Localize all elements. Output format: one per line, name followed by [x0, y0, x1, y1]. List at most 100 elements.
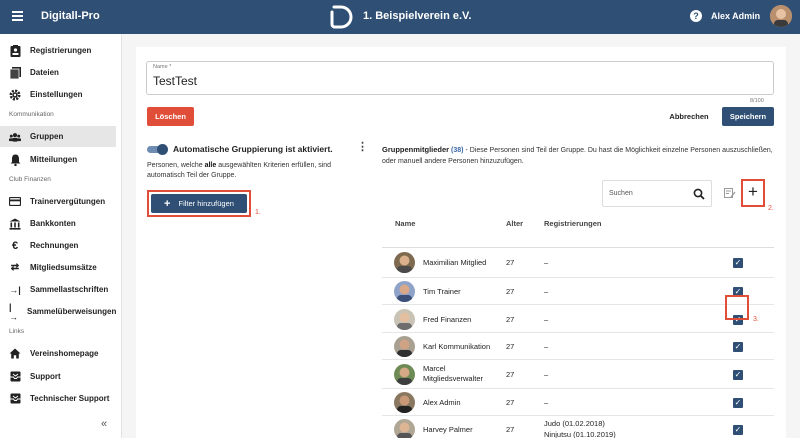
top-bar: Digitall-Pro 1. Beispielverein e.V. ? Al… — [0, 0, 800, 34]
sidebar-item-rechnungen[interactable]: € Rechnungen — [0, 235, 116, 256]
menu-icon[interactable] — [12, 11, 23, 21]
member-avatar — [394, 336, 415, 357]
bell-icon — [9, 154, 21, 166]
sidebar-item-label: Sammellastschriften — [30, 285, 109, 294]
member-name: Fred Finanzen — [423, 315, 472, 324]
group-name-field[interactable]: Name * TestTest — [146, 61, 774, 95]
sidebar-item-einstellungen[interactable]: Einstellungen — [0, 84, 116, 105]
add-member-button[interactable]: + — [744, 183, 762, 202]
group-name-value[interactable]: TestTest — [153, 74, 197, 88]
clipboard-icon — [9, 44, 21, 57]
sidebar-item-label: Registrierungen — [30, 46, 92, 55]
sidebar-item-label: Vereinshomepage — [30, 349, 99, 358]
member-checkbox[interactable]: ✓ — [733, 342, 743, 352]
members-header: Gruppenmitglieder (38) - Diese Personen … — [382, 145, 773, 165]
member-avatar — [394, 281, 415, 302]
member-age: 27 — [506, 315, 515, 324]
plus-icon: + — [164, 197, 171, 210]
sidebar-item-support[interactable]: Support — [0, 366, 116, 387]
character-counter: 8/100 — [750, 98, 764, 104]
bank-icon — [9, 218, 21, 230]
sidebar-item-label: Mitgliedsumsätze — [30, 263, 97, 272]
member-registrations: – — [544, 342, 549, 351]
files-icon — [9, 66, 21, 79]
sidebar-item-label: Bankkonten — [30, 219, 76, 228]
sidebar-item-label: Mitteilungen — [30, 155, 78, 164]
member-registrations: – — [544, 258, 549, 267]
column-header-name[interactable]: Name — [395, 219, 415, 228]
sidebar-section-club-finanzen: Club Finanzen — [9, 176, 51, 183]
member-name: Alex Admin — [423, 398, 461, 407]
group-name-label: Name * — [153, 64, 172, 70]
sidebar-item-dateien[interactable]: Dateien — [0, 62, 116, 83]
member-checkbox[interactable]: ✓ — [733, 425, 743, 435]
table-row[interactable]: Fred Finanzen 27 – ✓ — [382, 305, 774, 333]
user-avatar[interactable] — [770, 5, 792, 27]
club-logo — [330, 5, 353, 29]
member-age: 27 — [506, 342, 515, 351]
inbox-icon — [9, 393, 21, 405]
sidebar-item-label: Trainervergütungen — [30, 197, 106, 206]
add-filter-button[interactable]: + Filter hinzufügen — [151, 194, 247, 213]
member-age: 27 — [506, 398, 515, 407]
sidebar-item-mitteilungen[interactable]: Mitteilungen — [0, 149, 116, 170]
table-row[interactable]: Marcel Mitgliedsverwalter 27 – ✓ — [382, 360, 774, 389]
sidebar-item-label: Dateien — [30, 68, 59, 77]
annotation-label-1: 1. — [255, 209, 261, 216]
app-name[interactable]: Digitall-Pro — [41, 10, 100, 22]
user-name[interactable]: Alex Admin — [711, 11, 760, 21]
sidebar-item-trainerverguetungen[interactable]: Trainervergütungen — [0, 191, 116, 212]
member-registrations: – — [544, 287, 549, 296]
cancel-button[interactable]: Abbrechen — [664, 107, 714, 126]
sidebar-item-sammellastschriften[interactable]: →| Sammellastschriften — [0, 279, 116, 300]
member-checkbox[interactable]: ✓ — [733, 370, 743, 380]
annotation-label-3: 3. — [753, 316, 759, 323]
table-row[interactable]: Karl Kommunikation 27 – ✓ — [382, 333, 774, 360]
member-search-input[interactable]: Suchen — [602, 180, 712, 207]
member-name: Maximilian Mitglied — [423, 258, 487, 267]
sidebar-item-gruppen[interactable]: Gruppen — [0, 126, 116, 147]
swap-icon: ⇄ — [10, 262, 20, 273]
group-edit-card: Name * TestTest 8/100 Löschen Abbrechen … — [136, 47, 786, 438]
sidebar-item-mitgliedsumsaetze[interactable]: ⇄ Mitgliedsumsätze — [0, 257, 116, 278]
more-options-icon[interactable]: ⋮ — [357, 142, 368, 153]
sidebar-item-registrierungen[interactable]: Registrierungen — [0, 40, 116, 61]
delete-button[interactable]: Löschen — [147, 107, 194, 126]
sidebar: Registrierungen Dateien Einstellungen Ko… — [0, 34, 122, 438]
sidebar-item-label: Gruppen — [30, 132, 64, 141]
member-avatar — [394, 252, 415, 273]
table-row[interactable]: Alex Admin 27 – ✓ — [382, 389, 774, 416]
member-age: 27 — [506, 258, 515, 267]
column-header-registrations[interactable]: Registrierungen — [544, 219, 602, 228]
member-age: 27 — [506, 287, 515, 296]
club-name: 1. Beispielverein e.V. — [363, 10, 472, 22]
table-row[interactable]: Maximilian Mitglied 27 – ✓ — [382, 248, 774, 278]
sidebar-item-label: Einstellungen — [30, 90, 83, 99]
sidebar-item-label: Sammelüberweisungen — [27, 307, 117, 316]
member-avatar — [394, 364, 415, 385]
sidebar-item-vereinshomepage[interactable]: Vereinshomepage — [0, 343, 116, 364]
annotation-label-2: 2. — [768, 205, 774, 212]
member-avatar — [394, 419, 415, 438]
search-icon[interactable] — [693, 188, 705, 200]
auto-grouping-toggle[interactable] — [147, 144, 168, 155]
table-row[interactable]: Harvey Palmer 27 Judo (01.02.2018) Ninju… — [382, 416, 774, 438]
sidebar-item-technischer-support[interactable]: Technischer Support — [0, 388, 116, 409]
table-row[interactable]: Tim Trainer 27 – ✓ — [382, 278, 774, 305]
gear-icon — [9, 89, 21, 101]
edit-selection-icon[interactable] — [724, 187, 736, 199]
sidebar-item-bankkonten[interactable]: Bankkonten — [0, 213, 116, 234]
member-checkbox[interactable]: ✓ — [733, 398, 743, 408]
euro-icon: € — [11, 239, 19, 252]
save-button[interactable]: Speichern — [722, 107, 774, 126]
column-header-age[interactable]: Alter — [506, 219, 523, 228]
help-icon[interactable]: ? — [690, 10, 702, 22]
sidebar-item-sammelueberweisungen[interactable]: |→ Sammelüberweisungen — [0, 301, 116, 322]
member-checkbox[interactable]: ✓ — [733, 258, 743, 268]
member-age: 27 — [506, 425, 515, 434]
home-icon — [9, 348, 21, 360]
member-age: 27 — [506, 370, 515, 379]
member-name: Karl Kommunikation — [423, 342, 491, 351]
sidebar-item-label: Rechnungen — [30, 241, 79, 250]
collapse-sidebar-icon[interactable]: « — [101, 418, 107, 430]
